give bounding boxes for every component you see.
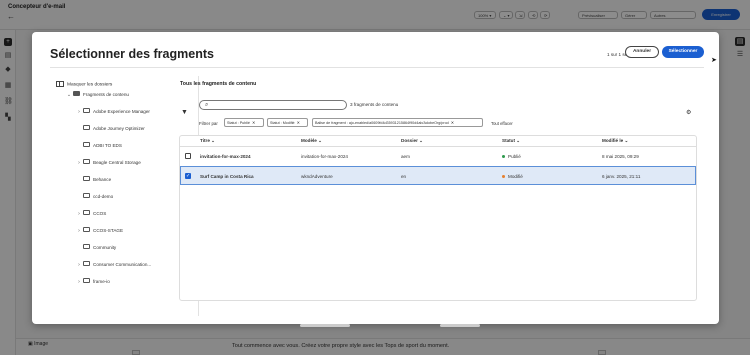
chevron-right-icon[interactable]: › <box>76 159 82 168</box>
status-dot <box>502 155 505 159</box>
panel-icon <box>56 81 64 87</box>
dialog-title: Sélectionner des fragments <box>50 47 214 61</box>
folder-icon <box>83 159 90 165</box>
search-input[interactable]: ⌕ <box>199 100 347 110</box>
folder-icon <box>83 125 90 131</box>
folder-icon <box>83 193 90 199</box>
tree-item-label: Community <box>93 245 117 250</box>
hide-folders-toggle[interactable]: Masquer les dossiers <box>56 81 112 89</box>
cell-folder: en <box>401 174 407 179</box>
chevron-down-icon[interactable]: ⌄ <box>66 91 72 100</box>
folder-icon <box>83 142 90 148</box>
cell-status: Publié <box>502 154 521 159</box>
search-icon: ⌕ <box>205 102 209 108</box>
close-icon[interactable]: ✕ <box>451 120 454 125</box>
header-line <box>180 146 696 147</box>
column-header-modified[interactable]: Modifié le ⌄ <box>602 138 628 144</box>
mouse-cursor-icon: ➤ <box>711 57 717 64</box>
filter-tag-label: Statut : Publié <box>227 121 250 125</box>
cell-title[interactable]: Surf Camp in Costa Rica <box>200 174 254 179</box>
column-header-title[interactable]: Titre ⌄ <box>200 138 215 144</box>
tree-item[interactable]: Community <box>76 243 116 252</box>
cell-status: Modifié <box>502 174 523 179</box>
filter-tag-label: Balise de fragment : ajo-enabled/a0609fd… <box>315 121 449 125</box>
cell-folder: aem <box>401 154 410 159</box>
tree-item-label: Fragments de contenu <box>83 92 129 97</box>
result-count: 3 fragments de contenu <box>350 102 399 107</box>
status-dot <box>502 175 505 179</box>
tree-item-label: Beagle Central Storage <box>93 160 141 165</box>
filter-icon[interactable]: ▼ <box>181 109 188 116</box>
folder-sidebar: Masquer les dossiers ⌄ Fragments de conte… <box>56 76 199 316</box>
filter-label: Filtrer par <box>199 121 218 126</box>
tree-item-label: Behance <box>93 177 112 182</box>
cell-modified: 6 janv. 2025, 21:11 <box>602 174 641 179</box>
chevron-right-icon[interactable]: › <box>76 210 82 219</box>
cell-modified: 8 mai 2025, 09:29 <box>602 154 639 159</box>
content-title: Tous les fragments de contenu <box>180 81 257 87</box>
cancel-button[interactable]: Annuler <box>625 46 659 58</box>
folder-icon <box>83 261 90 267</box>
tree-item-label: ccd-demo <box>93 194 114 199</box>
filter-tag-published[interactable]: Statut : Publié ✕ <box>224 118 264 127</box>
clear-all-link[interactable]: Tout effacer <box>491 121 513 126</box>
filter-tag-fragment[interactable]: Balise de fragment : ajo-enabled/a0609fd… <box>312 118 483 127</box>
row-checkbox[interactable] <box>185 153 191 159</box>
folder-icon <box>83 108 90 114</box>
column-header-model[interactable]: Modèle ⌄ <box>301 138 322 144</box>
chevron-right-icon[interactable]: › <box>76 108 82 117</box>
cell-model: invitation-for-max-2024 <box>301 154 348 159</box>
scrollbar[interactable] <box>300 324 350 327</box>
tree-item[interactable]: › Consumer Communication... <box>76 260 151 269</box>
column-settings-icon[interactable]: ⚙ <box>686 109 691 116</box>
hide-folders-label: Masquer les dossiers <box>67 82 113 88</box>
tree-item[interactable]: Adobe Journey Optimizer <box>76 124 145 133</box>
tree-item[interactable]: ccd-demo <box>76 192 113 201</box>
chevron-right-icon[interactable]: › <box>76 261 82 270</box>
column-header-folder[interactable]: Dossier ⌄ <box>401 138 423 144</box>
tree-item[interactable]: › Adobe Experience Manager <box>76 107 150 116</box>
tree-item[interactable]: ⌄ Fragments de contenu <box>66 90 129 99</box>
folder-icon <box>83 210 90 216</box>
tree-item[interactable]: › CCOS <box>76 209 106 218</box>
tree-item[interactable]: › Beagle Central Storage <box>76 158 141 167</box>
header-divider <box>50 67 704 68</box>
column-header-status[interactable]: Statut ⌄ <box>502 138 520 144</box>
tree-item-label: Adobe Experience Manager <box>93 109 150 114</box>
close-icon[interactable]: ✕ <box>297 120 300 125</box>
folder-icon <box>73 91 80 97</box>
scrollbar[interactable] <box>440 324 480 327</box>
folder-icon <box>83 278 90 284</box>
folder-icon <box>83 176 90 182</box>
tree-item-label: frame-io <box>93 279 110 284</box>
cell-model: wkndAdventure <box>301 174 333 179</box>
tree-item-label: Adobe Journey Optimizer <box>93 126 145 131</box>
filter-tag-modified[interactable]: Statut : Modifié ✕ <box>267 118 308 127</box>
tree-item[interactable]: › frame-io <box>76 277 110 286</box>
filter-tag-label: Statut : Modifié <box>270 121 295 125</box>
tree-item[interactable]: ADBI TO EDS <box>76 141 122 150</box>
select-button[interactable]: Sélectionner <box>662 46 704 58</box>
tree-item[interactable]: › CCOS-STAGE <box>76 226 123 235</box>
folder-icon <box>83 244 90 250</box>
tree-item-label: CCOS-STAGE <box>93 228 124 233</box>
fragments-table <box>179 135 697 301</box>
tree-item-label: CCOS <box>93 211 107 216</box>
folder-icon <box>83 227 90 233</box>
tree-item-label: Consumer Communication... <box>93 262 152 267</box>
chevron-right-icon[interactable]: › <box>76 227 82 236</box>
close-icon[interactable]: ✕ <box>252 120 255 125</box>
row-checkbox[interactable]: ✓ <box>185 173 191 179</box>
tree-item[interactable]: Behance <box>76 175 111 184</box>
chevron-right-icon[interactable]: › <box>76 278 82 287</box>
cell-title[interactable]: invitation-for-max-2024 <box>200 154 251 159</box>
tree-item-label: ADBI TO EDS <box>93 143 122 148</box>
